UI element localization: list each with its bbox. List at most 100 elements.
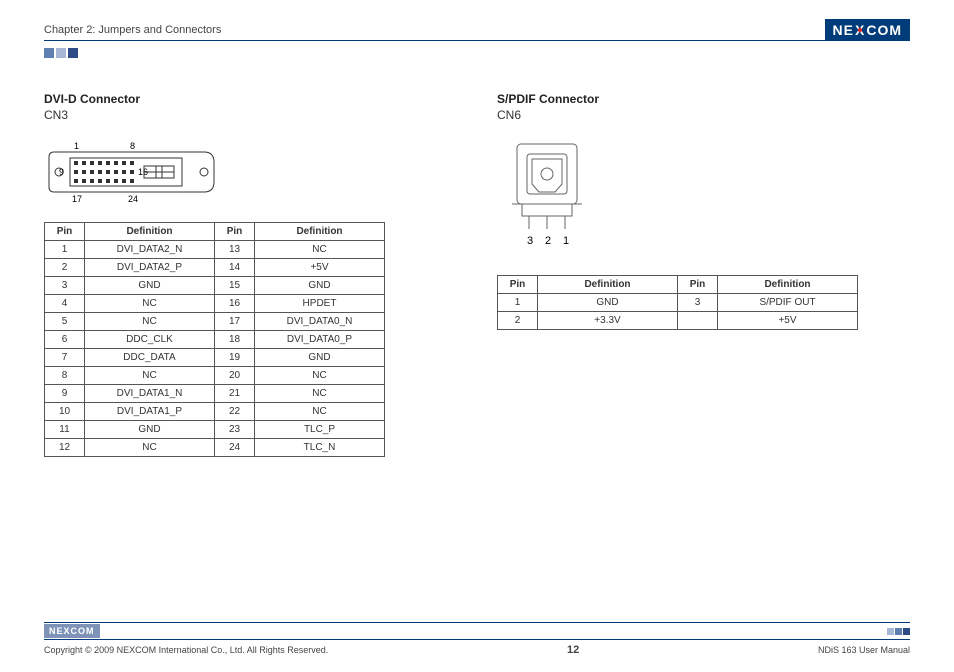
table-header: Definition bbox=[85, 223, 215, 241]
spdif-section: S/PDIF Connector CN6 3 2 1 PinDefinition… bbox=[497, 92, 910, 457]
spdif-pin-table: PinDefinitionPinDefinition 1GND3S/PDIF O… bbox=[497, 275, 858, 330]
spdif-pin-label-2: 2 bbox=[545, 235, 551, 247]
table-cell: NC bbox=[85, 295, 215, 313]
table-cell: DVI_DATA1_P bbox=[85, 403, 215, 421]
table-cell: 1 bbox=[45, 241, 85, 259]
table-cell: 2 bbox=[45, 259, 85, 277]
table-cell: +5V bbox=[255, 259, 385, 277]
table-row: 1DVI_DATA2_N13NC bbox=[45, 241, 385, 259]
copyright-text: Copyright © 2009 NEXCOM International Co… bbox=[44, 645, 328, 655]
table-cell: TLC_P bbox=[255, 421, 385, 439]
table-cell: 20 bbox=[215, 367, 255, 385]
dvi-pin-label-9: 9 bbox=[59, 167, 64, 177]
table-cell: 13 bbox=[215, 241, 255, 259]
dvi-sub: CN3 bbox=[44, 108, 457, 122]
table-cell: 6 bbox=[45, 331, 85, 349]
table-header: Pin bbox=[215, 223, 255, 241]
table-row: 12NC24TLC_N bbox=[45, 439, 385, 457]
table-cell: DVI_DATA1_N bbox=[85, 385, 215, 403]
dvi-pin-table: PinDefinitionPinDefinition 1DVI_DATA2_N1… bbox=[44, 222, 385, 457]
table-cell: HPDET bbox=[255, 295, 385, 313]
table-cell: 18 bbox=[215, 331, 255, 349]
table-cell: DVI_DATA2_P bbox=[85, 259, 215, 277]
table-header: Definition bbox=[538, 276, 678, 294]
table-cell: TLC_N bbox=[255, 439, 385, 457]
table-cell: +3.3V bbox=[538, 312, 678, 330]
table-cell: NC bbox=[85, 367, 215, 385]
nexcom-logo: NE COM NEXCOM bbox=[825, 19, 910, 41]
table-cell: 4 bbox=[45, 295, 85, 313]
chapter-title: Chapter 2: Jumpers and Connectors bbox=[44, 24, 221, 36]
table-cell: 15 bbox=[215, 277, 255, 295]
dvi-title: DVI-D Connector bbox=[44, 92, 457, 106]
spdif-pin-label-1: 1 bbox=[563, 235, 569, 247]
page-number: 12 bbox=[567, 644, 579, 656]
table-cell: 14 bbox=[215, 259, 255, 277]
table-cell: 2 bbox=[498, 312, 538, 330]
table-cell: 8 bbox=[45, 367, 85, 385]
table-cell: +5V bbox=[718, 312, 858, 330]
table-row: 3GND15GND bbox=[45, 277, 385, 295]
table-cell: 5 bbox=[45, 313, 85, 331]
table-cell: NC bbox=[85, 439, 215, 457]
table-row: 5NC17DVI_DATA0_N bbox=[45, 313, 385, 331]
table-header: Definition bbox=[718, 276, 858, 294]
table-row: 8NC20NC bbox=[45, 367, 385, 385]
spdif-sub: CN6 bbox=[497, 108, 910, 122]
table-cell: DVI_DATA0_N bbox=[255, 313, 385, 331]
dvi-pin-label-1: 1 bbox=[74, 141, 79, 151]
dvi-diagram: 1 8 9 16 17 24 bbox=[44, 134, 457, 204]
footer-logo: NEXCOM bbox=[44, 624, 100, 638]
table-cell bbox=[678, 312, 718, 330]
table-cell: 17 bbox=[215, 313, 255, 331]
table-row: 6DDC_CLK18DVI_DATA0_P bbox=[45, 331, 385, 349]
table-cell: 24 bbox=[215, 439, 255, 457]
table-row: 4NC16HPDET bbox=[45, 295, 385, 313]
table-row: 2+3.3V +5V bbox=[498, 312, 858, 330]
table-cell: 3 bbox=[45, 277, 85, 295]
logo-x-icon: X bbox=[855, 22, 865, 38]
table-cell: 23 bbox=[215, 421, 255, 439]
table-cell: 11 bbox=[45, 421, 85, 439]
table-cell: DDC_DATA bbox=[85, 349, 215, 367]
table-cell: GND bbox=[85, 421, 215, 439]
table-cell: 22 bbox=[215, 403, 255, 421]
manual-name: NDiS 163 User Manual bbox=[818, 645, 910, 655]
table-cell: NC bbox=[255, 385, 385, 403]
table-cell: GND bbox=[85, 277, 215, 295]
decorative-squares bbox=[44, 48, 78, 58]
page-footer: NEXCOM Copyright © 2009 NEXCOM Internati… bbox=[44, 622, 910, 656]
table-header: Pin bbox=[498, 276, 538, 294]
dvi-section: DVI-D Connector CN3 bbox=[44, 92, 457, 457]
dvi-pin-label-24: 24 bbox=[128, 194, 138, 204]
table-row: 2DVI_DATA2_P14+5V bbox=[45, 259, 385, 277]
table-header: Pin bbox=[45, 223, 85, 241]
table-row: 9DVI_DATA1_N21NC bbox=[45, 385, 385, 403]
table-cell: NC bbox=[85, 313, 215, 331]
table-cell: S/PDIF OUT bbox=[718, 294, 858, 312]
header-rule bbox=[44, 40, 910, 41]
spdif-pin-label-3: 3 bbox=[527, 235, 533, 247]
table-row: 1GND3S/PDIF OUT bbox=[498, 294, 858, 312]
spdif-diagram: 3 2 1 bbox=[497, 134, 910, 257]
table-row: 10DVI_DATA1_P22NC bbox=[45, 403, 385, 421]
table-cell: 1 bbox=[498, 294, 538, 312]
table-cell: 3 bbox=[678, 294, 718, 312]
dvi-pin-label-8: 8 bbox=[130, 141, 135, 151]
table-cell: DDC_CLK bbox=[85, 331, 215, 349]
table-cell: DVI_DATA2_N bbox=[85, 241, 215, 259]
spdif-title: S/PDIF Connector bbox=[497, 92, 910, 106]
footer-squares-icon bbox=[887, 628, 910, 635]
table-cell: NC bbox=[255, 241, 385, 259]
table-header: Definition bbox=[255, 223, 385, 241]
table-cell: 12 bbox=[45, 439, 85, 457]
table-cell: 19 bbox=[215, 349, 255, 367]
table-cell: 16 bbox=[215, 295, 255, 313]
dvi-pin-label-17: 17 bbox=[72, 194, 82, 204]
table-cell: DVI_DATA0_P bbox=[255, 331, 385, 349]
table-cell: 10 bbox=[45, 403, 85, 421]
table-cell: GND bbox=[255, 349, 385, 367]
table-cell: GND bbox=[255, 277, 385, 295]
table-row: 11GND23TLC_P bbox=[45, 421, 385, 439]
table-cell: NC bbox=[255, 403, 385, 421]
